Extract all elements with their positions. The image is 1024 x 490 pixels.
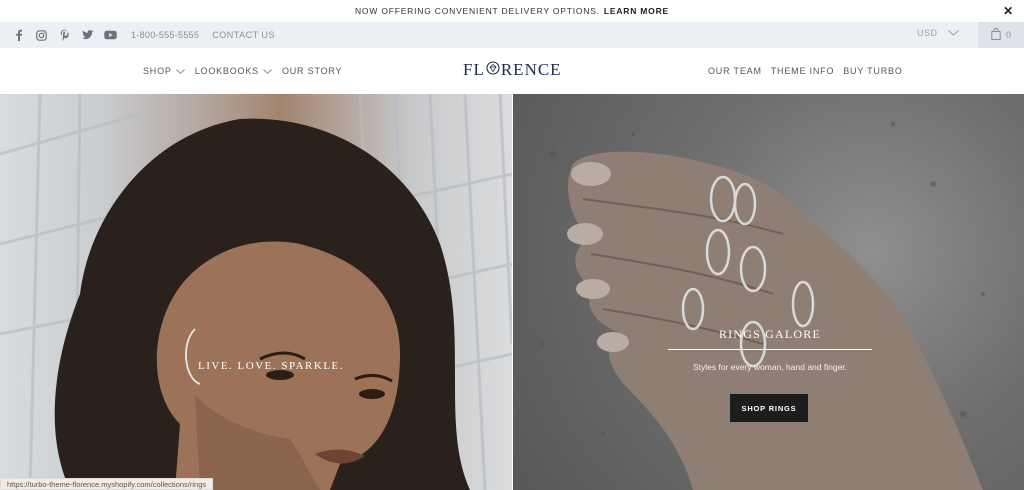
logo-text-start: FL [463, 60, 485, 79]
nav-item-label: LOOKBOOKS [194, 66, 259, 76]
hero-right-divider [668, 349, 872, 350]
nav-right: OUR TEAM THEME INFO BUY TURBO [708, 66, 903, 76]
shop-rings-button[interactable]: SHOP RINGS [730, 394, 808, 422]
chevron-down-icon [175, 66, 185, 76]
nav-left: SHOP LOOKBOOKS OUR STORY [143, 66, 342, 76]
nav-item-label: OUR STORY [281, 66, 343, 76]
shopping-bag-icon [991, 27, 1001, 42]
close-icon[interactable]: ✕ [1003, 4, 1014, 18]
hero-left-image[interactable]: LIVE. LOVE. SPARKLE. [0, 94, 512, 490]
hero-right-subtitle: Styles for every woman, hand and finger. [692, 362, 848, 372]
hero-right-title: RINGS GALORE [718, 327, 822, 341]
nav-item-theme-info[interactable]: THEME INFO [771, 66, 835, 76]
currency-selector[interactable]: USD [917, 28, 959, 38]
nav-item-lookbooks[interactable]: LOOKBOOKS [195, 66, 272, 76]
hero-banner: LIVE. LOVE. SPARKLE. RINGS GALORE Styles… [0, 94, 1024, 490]
status-bar-url: https://turbo-theme-florence.myshopify.c… [0, 478, 214, 490]
nav-item-our-story[interactable]: OUR STORY [282, 66, 342, 76]
logo-text-end: RENCE [500, 60, 562, 79]
instagram-icon[interactable] [35, 29, 48, 42]
nav-item-our-team[interactable]: OUR TEAM [708, 66, 762, 76]
utility-bar: 1-800-555-5555 CONTACT US USD 0 [0, 22, 1024, 48]
youtube-icon[interactable] [104, 29, 117, 42]
chevron-down-icon [947, 28, 959, 38]
pinterest-icon[interactable] [58, 29, 71, 42]
social-links [12, 29, 117, 42]
nav-item-label: SHOP [143, 66, 172, 76]
store-logo[interactable]: FL RENCE [463, 60, 562, 80]
diamond-icon [486, 60, 500, 80]
cart-count: 0 [1005, 30, 1011, 40]
cart-button[interactable]: 0 [978, 22, 1024, 48]
learn-more-link[interactable]: LEARN MORE [604, 6, 669, 16]
hero-left-tagline: LIVE. LOVE. SPARKLE. [198, 360, 345, 372]
ringed-hand-image [541, 122, 985, 490]
model-portrait-image [0, 94, 512, 490]
twitter-icon[interactable] [81, 29, 94, 42]
nav-item-shop[interactable]: SHOP [143, 66, 185, 76]
chevron-down-icon [263, 66, 272, 76]
announcement-bar: NOW OFFERING CONVENIENT DELIVERY OPTIONS… [0, 0, 1024, 22]
hero-right-image[interactable] [513, 94, 1024, 490]
announcement-text: NOW OFFERING CONVENIENT DELIVERY OPTIONS… [354, 6, 600, 16]
main-navigation: SHOP LOOKBOOKS OUR STORY FL RENCE OUR TE… [0, 48, 1024, 94]
currency-value: USD [917, 28, 938, 38]
facebook-icon[interactable] [12, 29, 25, 42]
contact-us-link[interactable]: CONTACT US [212, 30, 275, 40]
nav-item-buy-turbo[interactable]: BUY TURBO [843, 66, 902, 76]
phone-number[interactable]: 1-800-555-5555 [131, 30, 199, 40]
